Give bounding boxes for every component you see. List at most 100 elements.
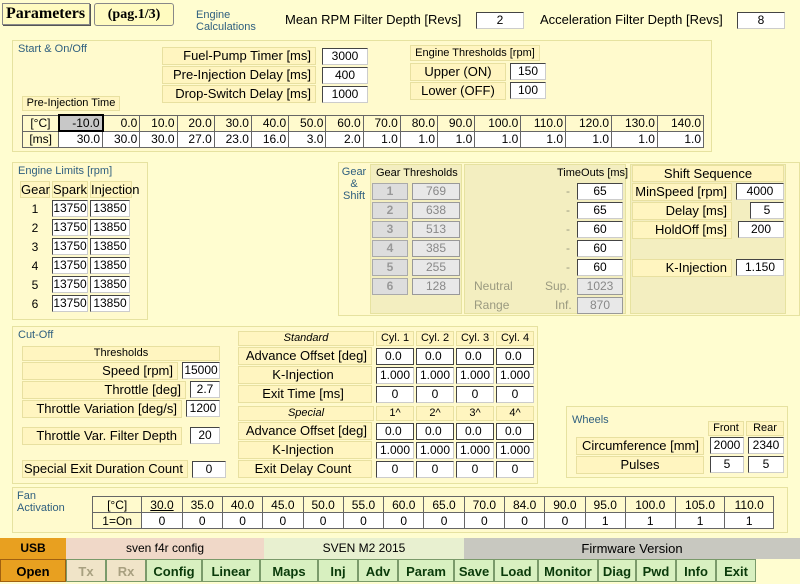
timeout-input[interactable]: 65 xyxy=(577,183,623,200)
preinj-time-cell[interactable]: 27.0 xyxy=(176,130,215,148)
preinj-time-cell[interactable]: 1.0 xyxy=(656,130,705,148)
gear-button-5[interactable]: 5 xyxy=(372,259,408,276)
open-button[interactable]: Open xyxy=(0,559,66,582)
kinj-input[interactable]: 1.000 xyxy=(376,367,414,384)
circ-rear-input[interactable]: 2340 xyxy=(748,437,784,454)
rx-button[interactable]: Rx xyxy=(106,559,146,582)
limit-spark-input[interactable]: 13750 xyxy=(52,200,88,217)
gear-threshold-input[interactable]: 385 xyxy=(412,240,460,257)
preinj-time-cell[interactable]: 1.0 xyxy=(399,130,439,148)
exit-time-input[interactable]: 0 xyxy=(416,386,454,403)
adv-button[interactable]: Adv xyxy=(358,559,398,582)
maps-button[interactable]: Maps xyxy=(260,559,318,582)
preinj-time-cell[interactable]: 1.0 xyxy=(520,130,567,148)
throttle-input[interactable]: 2.7 xyxy=(190,381,220,398)
sp-kinj-input[interactable]: 1.000 xyxy=(496,442,534,459)
neutral-inf-input[interactable]: 870 xyxy=(577,297,623,314)
preinj-time-cell[interactable]: 1.0 xyxy=(362,130,401,148)
fan-on-cell[interactable]: 0 xyxy=(423,512,465,529)
preinj-delay-input[interactable]: 400 xyxy=(322,67,368,84)
gear-button-3[interactable]: 3 xyxy=(372,221,408,238)
fan-on-cell[interactable]: 0 xyxy=(503,512,546,529)
preinj-time-cell[interactable]: 16.0 xyxy=(250,130,290,148)
preinj-time-cell[interactable]: 1.0 xyxy=(565,130,613,148)
adv-input[interactable]: 0.0 xyxy=(416,348,454,365)
sp-adv-input[interactable]: 0.0 xyxy=(376,423,414,440)
gear-threshold-input[interactable]: 513 xyxy=(412,221,460,238)
config-button[interactable]: Config xyxy=(146,559,202,582)
minspeed-input[interactable]: 4000 xyxy=(736,183,784,200)
adv-input[interactable]: 0.0 xyxy=(376,348,414,365)
sp-exit-input[interactable]: 0 xyxy=(456,461,494,478)
monitor-button[interactable]: Monitor xyxy=(538,559,598,582)
dropswitch-input[interactable]: 1000 xyxy=(322,86,368,103)
load-button[interactable]: Load xyxy=(494,559,538,582)
limit-injection-input[interactable]: 13850 xyxy=(90,238,130,255)
timeout-input[interactable]: 60 xyxy=(577,259,623,276)
speed-input[interactable]: 15000 xyxy=(182,362,220,379)
fan-on-cell[interactable]: 1 xyxy=(724,512,774,529)
linear-button[interactable]: Linear xyxy=(202,559,260,582)
limit-injection-input[interactable]: 13850 xyxy=(90,257,130,274)
gear-threshold-input[interactable]: 769 xyxy=(412,183,460,200)
holdoff-input[interactable]: 200 xyxy=(738,221,784,238)
limit-spark-input[interactable]: 13750 xyxy=(52,295,88,312)
timeout-input[interactable]: 60 xyxy=(577,221,623,238)
limit-spark-input[interactable]: 13750 xyxy=(52,276,88,293)
save-button[interactable]: Save xyxy=(454,559,494,582)
gear-threshold-input[interactable]: 638 xyxy=(412,202,460,219)
fan-on-cell[interactable]: 1 xyxy=(624,512,676,529)
fan-on-cell[interactable]: 0 xyxy=(181,512,223,529)
preinj-time-cell[interactable]: 3.0 xyxy=(288,130,327,148)
fan-on-cell[interactable]: 1 xyxy=(674,512,726,529)
fan-on-cell[interactable]: 0 xyxy=(221,512,264,529)
gear-button-4[interactable]: 4 xyxy=(372,240,408,257)
pulses-front-input[interactable]: 5 xyxy=(710,456,744,473)
preinj-time-cell[interactable]: 23.0 xyxy=(213,130,252,148)
limit-spark-input[interactable]: 13750 xyxy=(52,257,88,274)
tvf-input[interactable]: 20 xyxy=(190,427,220,444)
preinj-time-cell[interactable]: 1.0 xyxy=(611,130,658,148)
upper-input[interactable]: 150 xyxy=(510,63,546,80)
fan-on-cell[interactable]: 0 xyxy=(544,512,586,529)
preinj-time-cell[interactable]: 30.0 xyxy=(139,130,178,148)
preinj-time-cell[interactable]: 1.0 xyxy=(437,130,476,148)
sp-kinj-input[interactable]: 1.000 xyxy=(456,442,494,459)
adv-input[interactable]: 0.0 xyxy=(456,348,494,365)
delay-input[interactable]: 5 xyxy=(750,202,784,219)
limit-injection-input[interactable]: 13850 xyxy=(90,276,130,293)
neutral-sup-input[interactable]: 1023 xyxy=(577,278,623,295)
limit-spark-input[interactable]: 13750 xyxy=(52,238,88,255)
sp-kinj-input[interactable]: 1.000 xyxy=(416,442,454,459)
gear-button-1[interactable]: 1 xyxy=(372,183,408,200)
param-button[interactable]: Param xyxy=(398,559,454,582)
fan-on-cell[interactable]: 0 xyxy=(262,512,304,529)
preinj-time-cell[interactable]: 30.0 xyxy=(58,130,104,148)
inj-button[interactable]: Inj xyxy=(318,559,358,582)
gear-button-6[interactable]: 6 xyxy=(372,278,408,295)
sp-exit-input[interactable]: 0 xyxy=(376,461,414,478)
limit-spark-input[interactable]: 13750 xyxy=(52,219,88,236)
preinj-time-cell[interactable]: 1.0 xyxy=(474,130,522,148)
adv-input[interactable]: 0.0 xyxy=(496,348,534,365)
kinj-input[interactable]: 1.000 xyxy=(416,367,454,384)
limit-injection-input[interactable]: 13850 xyxy=(90,200,130,217)
exit-time-input[interactable]: 0 xyxy=(496,386,534,403)
limit-injection-input[interactable]: 13850 xyxy=(90,295,130,312)
fan-on-cell[interactable]: 0 xyxy=(463,512,505,529)
lower-input[interactable]: 100 xyxy=(510,82,546,99)
gear-threshold-input[interactable]: 255 xyxy=(412,259,460,276)
exit-button[interactable]: Exit xyxy=(716,559,756,582)
exit-time-input[interactable]: 0 xyxy=(376,386,414,403)
pwd-button[interactable]: Pwd xyxy=(636,559,676,582)
fan-on-cell[interactable]: 0 xyxy=(141,512,183,529)
preinj-time-cell[interactable]: 2.0 xyxy=(325,130,364,148)
page-indicator-button[interactable]: (pag.1/3) xyxy=(94,3,174,26)
preinj-time-cell[interactable]: 30.0 xyxy=(102,130,141,148)
gear-threshold-input[interactable]: 128 xyxy=(412,278,460,295)
circ-front-input[interactable]: 2000 xyxy=(710,437,744,454)
kinj-input[interactable]: 1.000 xyxy=(456,367,494,384)
sp-exit-input[interactable]: 0 xyxy=(496,461,534,478)
fan-on-cell[interactable]: 0 xyxy=(302,512,344,529)
fan-on-cell[interactable]: 0 xyxy=(383,512,425,529)
